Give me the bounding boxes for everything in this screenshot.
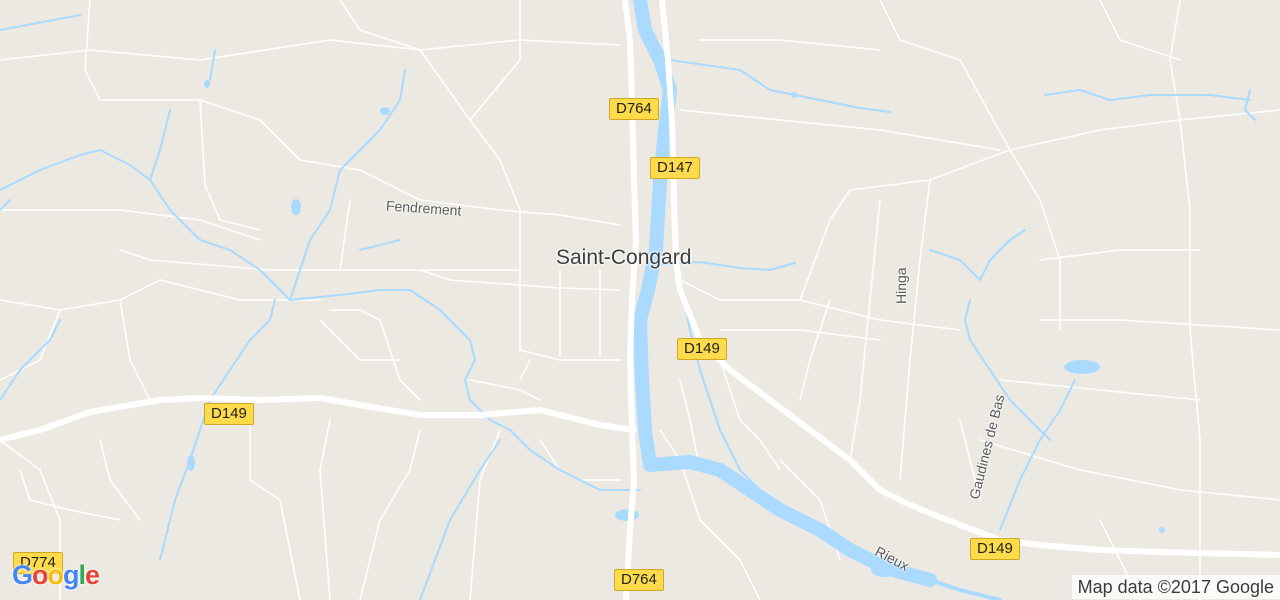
place-label-hinga: Hinga — [893, 267, 909, 304]
road-shield-d149-west: D149 — [204, 403, 254, 425]
road-shield-d764-north: D764 — [609, 98, 659, 120]
logo-letter: e — [85, 560, 100, 590]
road-shield-d149-east: D149 — [677, 338, 727, 360]
road-shield-d147: D147 — [650, 157, 700, 179]
road-shield-d149-southeast: D149 — [970, 538, 1020, 560]
logo-letter: o — [47, 560, 64, 590]
logo-letter: G — [12, 560, 33, 590]
town-label-saint-congard[interactable]: Saint-Congard — [556, 246, 691, 270]
map-canvas[interactable]: D764 D147 D149 D149 D149 D764 D774 Saint… — [0, 0, 1280, 600]
water-ponds — [187, 80, 1165, 577]
logo-letter: o — [32, 560, 48, 590]
road-shield-d764-south: D764 — [614, 569, 664, 591]
map-attribution[interactable]: Map data ©2017 Google — [1071, 575, 1280, 599]
google-logo[interactable]: Google — [12, 560, 100, 591]
map-tiles — [0, 0, 1280, 600]
logo-letter: g — [63, 560, 79, 590]
